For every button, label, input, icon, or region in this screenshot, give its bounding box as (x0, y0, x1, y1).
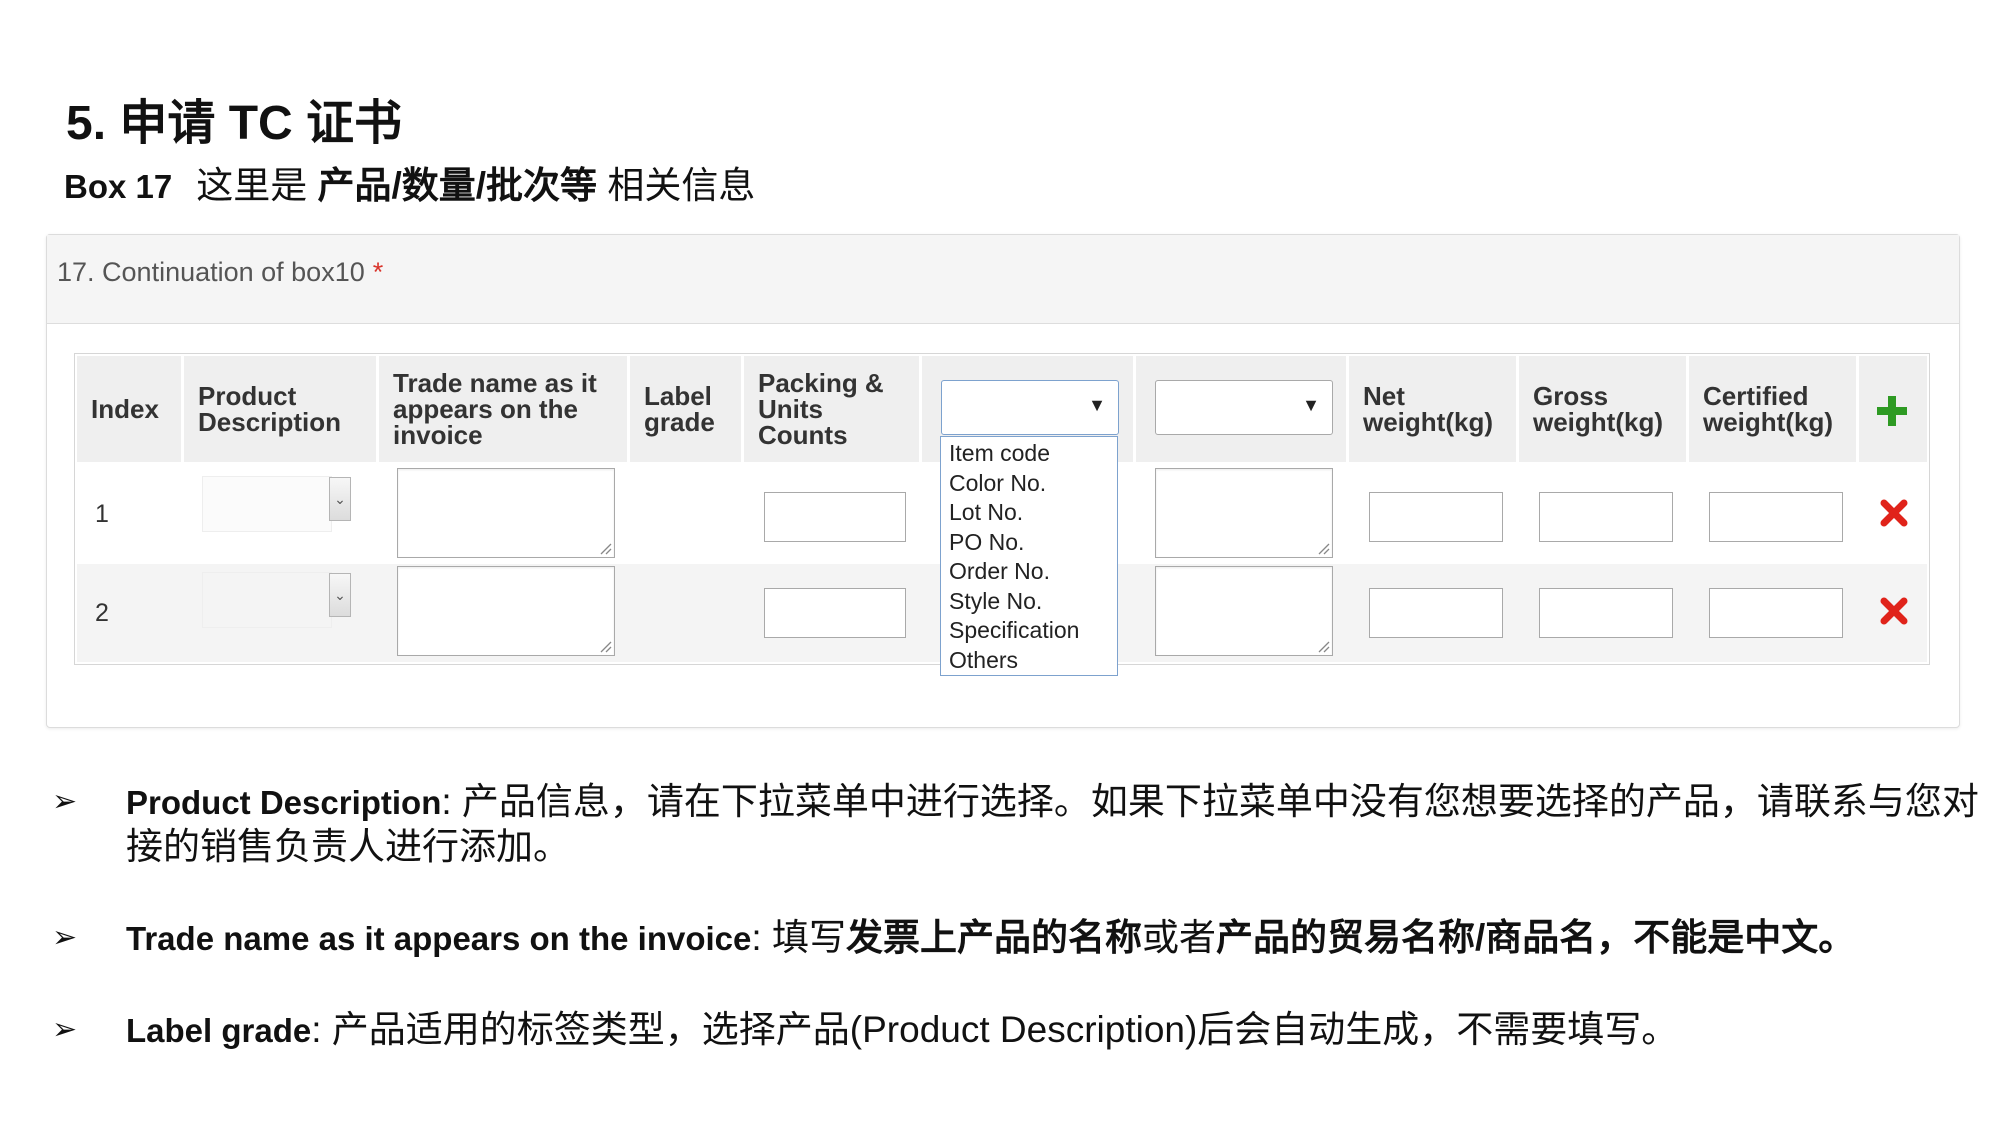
chevron-down-icon[interactable]: ⌄ (329, 573, 351, 617)
header-gross-weight-label: Gross weight(kg) (1533, 381, 1663, 437)
resize-grip-icon[interactable] (598, 639, 612, 653)
bullet-term: Label grade (126, 1012, 312, 1049)
page-subtitle: Box 17 这里是 产品/数量/批次等 相关信息 (64, 163, 755, 210)
header-product-description-label: Product Description (198, 381, 342, 437)
close-icon[interactable] (1879, 498, 1909, 528)
certified-weight-input[interactable] (1709, 588, 1843, 638)
subtitle-text-post: 相关信息 (607, 165, 756, 206)
table-row: 1 (77, 466, 181, 562)
bullet-body: Label grade: 产品适用的标签类型，选择产品(Product Desc… (126, 1008, 1986, 1053)
resize-grip-icon[interactable] (1316, 639, 1330, 653)
panel-title-text: 17. Continuation of box10 (57, 257, 365, 287)
page-title: 5. 申请 TC 证书 (66, 97, 403, 150)
header-index-label: Index (91, 394, 159, 424)
header-label-grade: Label grade (630, 356, 741, 462)
table-row: 2 (77, 564, 181, 662)
reference-value-textarea[interactable] (1155, 566, 1333, 656)
header-product-description: Product Description (184, 356, 376, 462)
row-index: 1 (95, 499, 109, 528)
trade-name-textarea[interactable] (397, 468, 615, 558)
subtitle-text-pre: 这里是 (196, 165, 308, 206)
arrow-bullet-icon: ➢ (52, 921, 78, 954)
header-packing-units-label: Packing & Units Counts (758, 368, 884, 450)
packing-units-input[interactable] (764, 492, 906, 542)
net-weight-input[interactable] (1369, 588, 1503, 638)
gross-weight-input[interactable] (1539, 492, 1673, 542)
gross-weight-input[interactable] (1539, 588, 1673, 638)
resize-grip-icon[interactable] (598, 541, 612, 555)
header-label-grade-label: Label grade (644, 381, 715, 437)
bullet-term: Trade name as it appears on the invoice (126, 920, 752, 957)
header-trade-name: Trade name as it appears on the invoice (379, 356, 627, 462)
trade-name-textarea[interactable] (397, 566, 615, 656)
header-trade-name-label: Trade name as it appears on the invoice (393, 368, 597, 450)
triangle-down-icon: ▼ (1302, 395, 1320, 415)
dropdown-option[interactable]: Item code (941, 439, 1117, 469)
header-gross-weight: Gross weight(kg) (1519, 356, 1686, 462)
dropdown-option[interactable]: Lot No. (941, 498, 1117, 528)
bullet-text-bold: 发票上产品的名称 (845, 917, 1142, 958)
net-weight-input[interactable] (1369, 492, 1503, 542)
bullet-text: 或者 (1141, 917, 1216, 958)
subtitle-text-bold: 产品/数量/批次等 (317, 165, 598, 206)
resize-grip-icon[interactable] (1316, 541, 1330, 555)
arrow-bullet-icon: ➢ (52, 785, 78, 818)
chevron-down-icon[interactable]: ⌄ (329, 477, 351, 521)
header-net-weight: Net weight(kg) (1349, 356, 1516, 462)
required-mark: * (372, 257, 384, 287)
reference-value-textarea[interactable] (1155, 468, 1333, 558)
row-index: 2 (95, 598, 109, 627)
header-certified-weight-label: Certified weight(kg) (1703, 381, 1833, 437)
reference-type-dropdown-list: Item code Color No. Lot No. PO No. Order… (940, 436, 1118, 676)
triangle-down-icon: ▼ (1088, 395, 1106, 415)
dropdown-option[interactable]: Color No. (941, 469, 1117, 499)
reference-type-select-1[interactable]: ▼ (941, 380, 1119, 435)
bullet-text-bold: 产品的贸易名称/商品名，不能是中文。 (1215, 917, 1856, 958)
bullet-text: : 产品适用的标签类型，选择产品(Product Description)后会自… (311, 1009, 1679, 1050)
arrow-bullet-icon: ➢ (52, 1013, 78, 1046)
bullet-text: : 填写 (751, 917, 846, 958)
product-description-select[interactable]: ⌄ (202, 476, 351, 532)
dropdown-option[interactable]: Order No. (941, 557, 1117, 587)
dropdown-option[interactable]: Others (941, 646, 1117, 676)
header-net-weight-label: Net weight(kg) (1363, 381, 1493, 437)
header-certified-weight: Certified weight(kg) (1689, 356, 1856, 462)
dropdown-option[interactable]: Specification (941, 616, 1117, 646)
reference-type-select-2[interactable]: ▼ (1155, 380, 1333, 435)
panel-title: 17. Continuation of box10 * (57, 257, 383, 288)
close-icon[interactable] (1879, 596, 1909, 626)
header-index: Index (77, 356, 181, 462)
dropdown-option[interactable]: Style No. (941, 587, 1117, 617)
product-description-select[interactable]: ⌄ (202, 572, 351, 628)
packing-units-input[interactable] (764, 588, 906, 638)
bullet-body: Product Description: 产品信息，请在下拉菜单中进行选择。如果… (126, 780, 1986, 869)
bullet-body: Trade name as it appears on the invoice:… (126, 916, 1986, 961)
plus-icon[interactable] (1875, 394, 1909, 428)
dropdown-option[interactable]: PO No. (941, 528, 1117, 558)
bullet-term: Product Description (126, 784, 442, 821)
box-label: Box 17 (64, 168, 173, 205)
panel-header: 17. Continuation of box10 * (47, 235, 1959, 324)
certified-weight-input[interactable] (1709, 492, 1843, 542)
header-packing-units: Packing & Units Counts (744, 356, 919, 462)
